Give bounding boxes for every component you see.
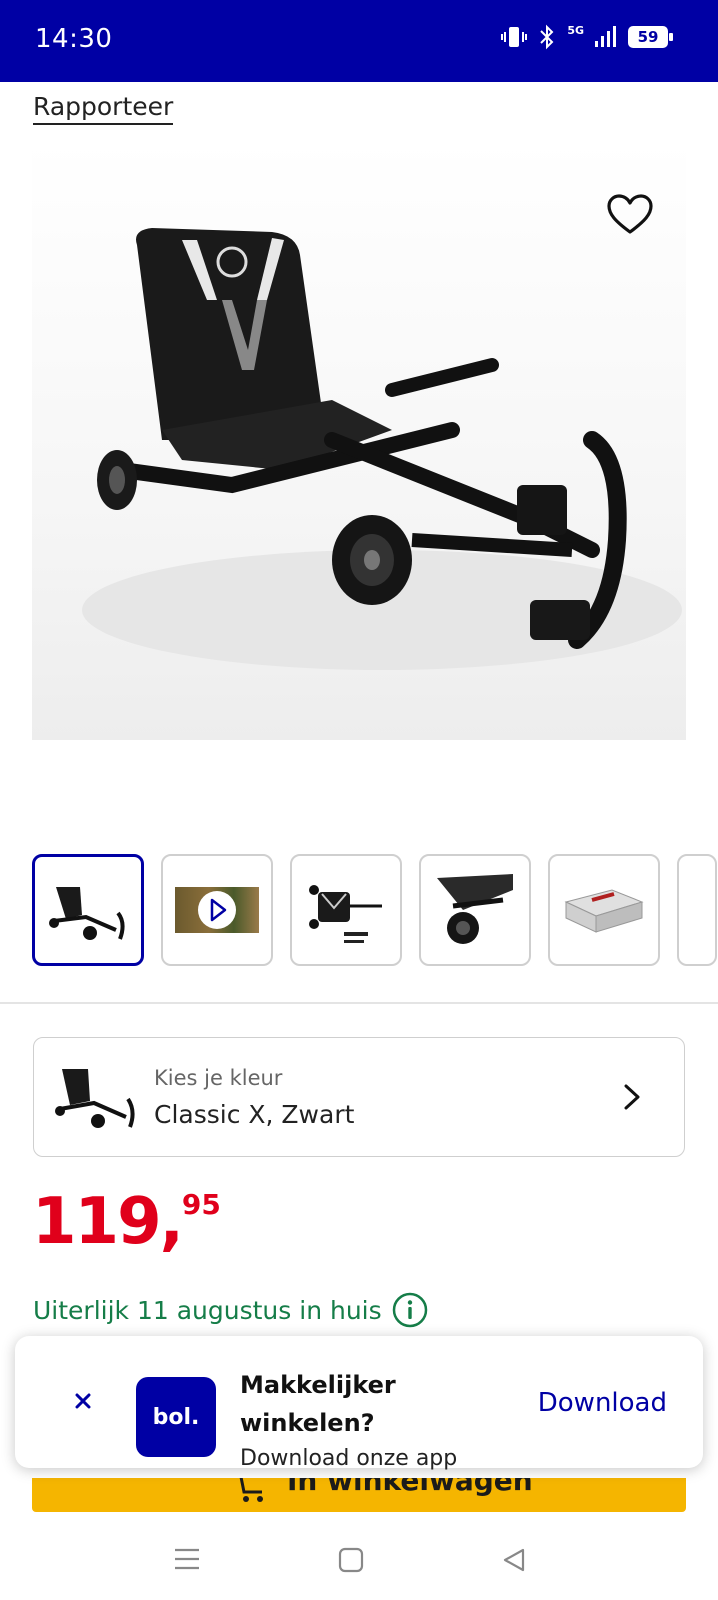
thumbnail-strip: [32, 854, 717, 966]
product-image-kart: [82, 228, 682, 670]
download-app-button[interactable]: Download: [538, 1388, 667, 1418]
back-icon[interactable]: [500, 1546, 528, 1574]
battery-indicator: 59: [628, 26, 673, 48]
recent-apps-icon[interactable]: [172, 1546, 202, 1572]
thumbnail-4[interactable]: [419, 854, 531, 966]
thumbnail-6-partial[interactable]: [677, 854, 717, 966]
video-thumbnail-image: [175, 887, 259, 933]
thumbnail-wheel-image: [437, 874, 513, 944]
color-selector-label: Kies je kleur: [154, 1066, 283, 1090]
heart-icon[interactable]: [605, 190, 655, 240]
delivery-info: Uiterlijk 11 augustus in huis: [33, 1292, 428, 1328]
product-price: 119,95: [32, 1188, 221, 1254]
price-fraction: 95: [181, 1188, 221, 1221]
thumbnail-kart-top-image: [309, 885, 382, 943]
color-variant-thumbnail: [55, 1069, 135, 1128]
chevron-right-icon: [624, 1084, 640, 1110]
thumbnail-2-video[interactable]: [161, 854, 273, 966]
product-main-image[interactable]: [32, 140, 686, 740]
cart-icon: [239, 1478, 263, 1502]
network-type: 5G: [567, 24, 584, 37]
section-divider: [0, 1002, 718, 1004]
bol-app-logo: bol.: [136, 1377, 216, 1457]
color-selector-value: Classic X, Zwart: [154, 1100, 355, 1129]
color-selector[interactable]: Kies je kleur Classic X, Zwart: [33, 1037, 685, 1157]
close-icon[interactable]: [70, 1388, 96, 1414]
bluetooth-icon: [540, 24, 554, 50]
status-bar: 14:30 5G 59: [0, 0, 718, 82]
report-link[interactable]: Rapporteer: [33, 92, 174, 125]
thumbnail-kart-image: [49, 887, 125, 940]
signal-icon: [595, 26, 616, 47]
thumbnail-3[interactable]: [290, 854, 402, 966]
status-time: 14:30: [35, 24, 113, 54]
info-icon[interactable]: [392, 1292, 428, 1328]
status-icons: 5G 59: [501, 24, 673, 50]
play-icon: [198, 891, 236, 929]
delivery-text: Uiterlijk 11 augustus in huis: [33, 1295, 382, 1325]
add-to-cart-button[interactable]: In winkelwagen: [32, 1478, 686, 1512]
thumbnail-box-image: [564, 889, 644, 933]
app-banner-title: Makkelijker winkelen?: [240, 1371, 396, 1437]
thumbnail-1[interactable]: [32, 854, 144, 966]
add-to-cart-label: In winkelwagen: [287, 1478, 533, 1497]
vibrate-icon: [501, 27, 528, 47]
app-download-banner: bol. Makkelijker winkelen? Download onze…: [15, 1336, 703, 1471]
app-banner-subtitle: Download onze app: [240, 1446, 458, 1471]
thumbnail-5[interactable]: [548, 854, 660, 966]
price-whole: 119,: [32, 1185, 184, 1259]
home-icon[interactable]: [337, 1546, 365, 1574]
system-nav-bar: [0, 1518, 718, 1600]
